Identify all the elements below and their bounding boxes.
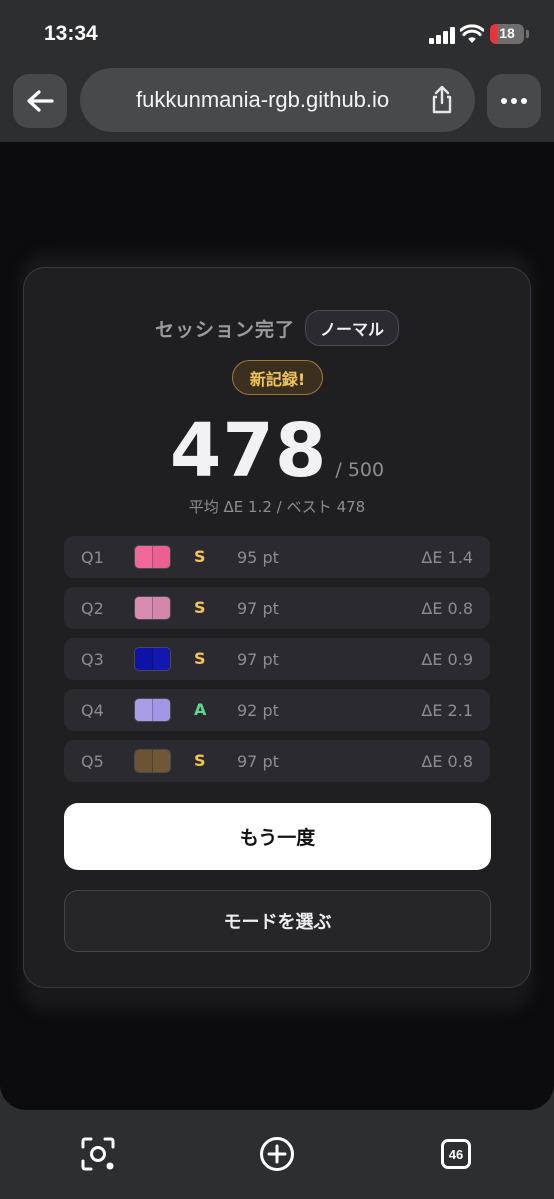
- swatch-answer: [135, 648, 152, 670]
- address-bar[interactable]: fukkunmania-rgb.github.io: [80, 68, 475, 132]
- more-icon: [501, 98, 527, 104]
- swatch-target: [152, 699, 170, 721]
- share-icon[interactable]: [430, 85, 454, 115]
- swatch-target: [152, 750, 170, 772]
- score-summary: 平均 ΔE 1.2 / ベスト 478: [188, 498, 366, 516]
- battery-nub: [526, 30, 529, 38]
- visual-search-icon: [81, 1137, 115, 1171]
- delta-e-value: ΔE 2.1: [421, 701, 473, 720]
- more-button[interactable]: [487, 74, 541, 128]
- color-swatch: [134, 596, 171, 620]
- question-number: Q4: [81, 701, 104, 720]
- delta-e-value: ΔE 1.4: [421, 548, 473, 567]
- points-value: 97 pt: [237, 752, 279, 771]
- swatch-answer: [135, 597, 152, 619]
- points-value: 95 pt: [237, 548, 279, 567]
- back-button[interactable]: [13, 74, 67, 128]
- swatch-target: [152, 648, 170, 670]
- points-value: 97 pt: [237, 599, 279, 618]
- back-arrow-icon: [27, 90, 54, 112]
- url-text: fukkunmania-rgb.github.io: [136, 87, 390, 112]
- delta-e-value: ΔE 0.8: [421, 599, 473, 618]
- color-swatch: [134, 749, 171, 773]
- signal-icon: [429, 26, 455, 44]
- swatch-target: [152, 597, 170, 619]
- question-number: Q5: [81, 752, 104, 771]
- card-header: セッション完了 ノーマル: [24, 310, 530, 346]
- color-swatch: [134, 545, 171, 569]
- retry-button[interactable]: もう一度: [64, 803, 491, 870]
- choose-mode-button[interactable]: モードを選ぶ: [64, 890, 491, 952]
- color-swatch: [134, 698, 171, 722]
- grade-label: S: [194, 751, 206, 770]
- new-record-badge: 新記録!: [232, 360, 323, 395]
- table-row: Q3 S 97 pt ΔE 0.9: [64, 638, 490, 680]
- grade-label: S: [194, 598, 206, 617]
- tabs-button[interactable]: 46: [438, 1136, 474, 1172]
- status-bar: 13:34 18: [0, 0, 554, 66]
- mode-badge: ノーマル: [305, 310, 400, 346]
- grade-label: S: [194, 547, 206, 566]
- grade-label: S: [194, 649, 206, 668]
- color-swatch: [134, 647, 171, 671]
- grade-label: A: [194, 700, 207, 719]
- bottom-toolbar: 46: [0, 1110, 554, 1199]
- question-results: Q1 S 95 pt ΔE 1.4 Q2 S 97 pt ΔE 0.8 Q3 S…: [64, 536, 490, 791]
- new-tab-icon: [260, 1137, 294, 1171]
- points-value: 97 pt: [237, 650, 279, 669]
- session-title: セッション完了: [154, 318, 295, 341]
- points-value: 92 pt: [237, 701, 279, 720]
- score-value: 478: [169, 408, 328, 494]
- wifi-icon: [460, 24, 484, 43]
- table-row: Q1 S 95 pt ΔE 1.4: [64, 536, 490, 578]
- swatch-target: [152, 546, 170, 568]
- question-number: Q2: [81, 599, 104, 618]
- score-max: / 500: [335, 459, 385, 481]
- table-row: Q2 S 97 pt ΔE 0.8: [64, 587, 490, 629]
- visual-search-button[interactable]: [80, 1136, 116, 1172]
- delta-e-value: ΔE 0.8: [421, 752, 473, 771]
- question-number: Q1: [81, 548, 104, 567]
- swatch-answer: [135, 546, 152, 568]
- new-tab-button[interactable]: [259, 1136, 295, 1172]
- battery-level: 18: [499, 25, 515, 41]
- delta-e-value: ΔE 0.9: [421, 650, 473, 669]
- score-display: 478 / 500: [24, 408, 530, 494]
- tabs-icon: 46: [441, 1139, 471, 1169]
- status-time: 13:34: [44, 22, 98, 45]
- swatch-answer: [135, 699, 152, 721]
- swatch-answer: [135, 750, 152, 772]
- table-row: Q4 A 92 pt ΔE 2.1: [64, 689, 490, 731]
- result-card: セッション完了 ノーマル 新記録! 478 / 500 平均 ΔE 1.2 / …: [23, 267, 531, 988]
- battery-icon: 18: [490, 24, 524, 44]
- table-row: Q5 S 97 pt ΔE 0.8: [64, 740, 490, 782]
- question-number: Q3: [81, 650, 104, 669]
